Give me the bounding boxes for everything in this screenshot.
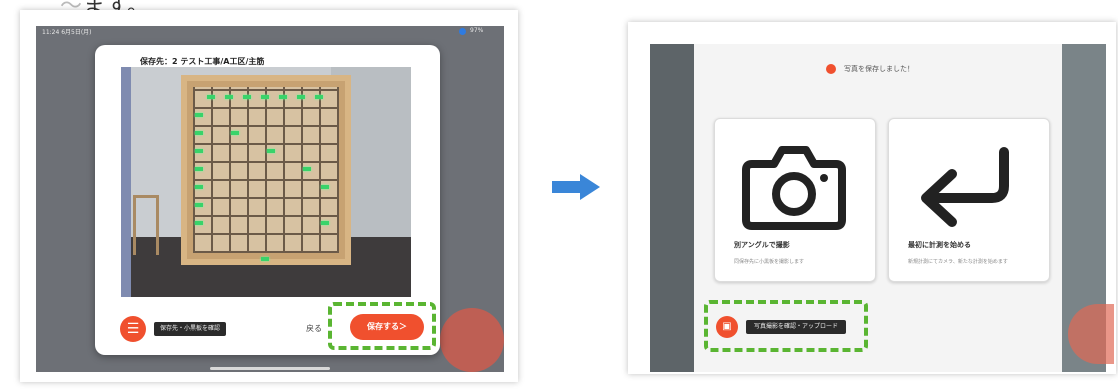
return-arrow-icon <box>921 147 1009 227</box>
right-arrow-icon <box>552 174 600 200</box>
restart-measure-desc: 新規計測にてカメラ、新たな計測を始めます <box>908 259 1008 265</box>
menu-tooltip: 保存先・小黒板を確認 <box>154 322 227 336</box>
another-angle-title: 別アングルで撮影 <box>734 241 790 249</box>
another-angle-desc: 同保存先に小黒板を撮影します <box>734 259 805 265</box>
save-button-highlight <box>328 302 436 350</box>
menu-button[interactable]: ☰ <box>120 316 146 342</box>
left-status-bar <box>36 26 504 38</box>
screen-title: 写真を保存しました！ <box>844 65 914 73</box>
restart-measure-title: 最初に計測を始める <box>908 241 971 249</box>
status-battery: 97% <box>470 27 484 34</box>
dialog-title: 保存先：2 テスト工事/A工区/主筋 <box>140 57 265 66</box>
camera-icon <box>742 146 846 230</box>
success-dot-icon <box>826 64 836 74</box>
gallery-button-highlight <box>704 300 868 352</box>
status-indicator-icon <box>459 28 466 35</box>
home-indicator <box>210 367 330 370</box>
captured-photo <box>121 67 411 297</box>
right-screen-left-edge <box>650 44 694 372</box>
menu-icon: ☰ <box>126 321 140 337</box>
back-button[interactable]: 戻る <box>306 323 322 334</box>
background-fab <box>440 308 504 372</box>
status-time: 11:24 6月5日(月) <box>42 29 92 36</box>
